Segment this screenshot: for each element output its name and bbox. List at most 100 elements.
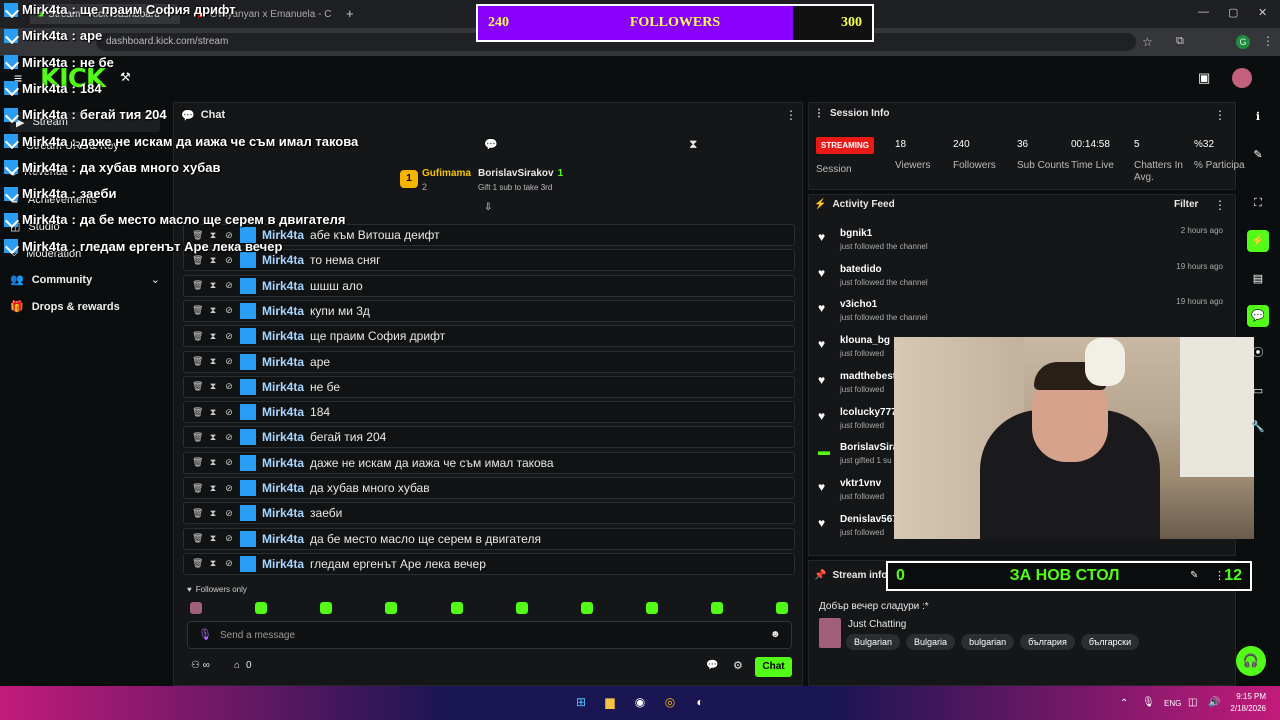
- extensions-icon[interactable]: ⧉: [1176, 35, 1184, 48]
- timeout-icon[interactable]: ⧗: [208, 508, 218, 519]
- session-menu-icon[interactable]: ⋮: [1214, 108, 1226, 122]
- rail-chat-icon[interactable]: 💬: [1247, 305, 1269, 327]
- emote-icon[interactable]: [581, 602, 593, 614]
- emote-icon[interactable]: [320, 602, 332, 614]
- ban-icon[interactable]: ⊘: [224, 508, 234, 519]
- leader-2[interactable]: BorislavSirakov 1: [478, 168, 563, 179]
- emote-icon[interactable]: [451, 602, 463, 614]
- stream-tag[interactable]: български: [1080, 634, 1140, 650]
- delete-icon[interactable]: 🗑: [192, 508, 203, 519]
- browser-menu-icon[interactable]: ⋮: [1262, 34, 1274, 48]
- chat-message-row[interactable]: 🗑 ⧗ ⊘ Mirk4ta гледам ергенът Аре лека вечер: [183, 552, 795, 575]
- category-thumbnail[interactable]: [819, 618, 841, 648]
- delete-icon[interactable]: 🗑: [192, 558, 203, 569]
- emote-icon[interactable]: [646, 602, 658, 614]
- timeout-icon[interactable]: ⧗: [208, 432, 218, 443]
- leader-name[interactable]: Gufimama: [422, 168, 471, 179]
- expand-leaderboard-icon[interactable]: ⇩: [484, 202, 492, 213]
- ban-icon[interactable]: ⊘: [224, 356, 234, 367]
- timeout-icon[interactable]: ⧗: [208, 533, 218, 544]
- ban-icon[interactable]: ⊘: [224, 457, 234, 468]
- windows-start-icon[interactable]: ⊞: [571, 692, 591, 712]
- activity-user[interactable]: lcolucky777: [840, 407, 897, 418]
- chat-username[interactable]: Mirk4ta: [262, 405, 304, 419]
- hourglass-icon[interactable]: ⧗: [689, 137, 697, 152]
- video-icon[interactable]: ▭: [1247, 380, 1269, 402]
- activity-user[interactable]: vktr1vnv: [840, 478, 884, 489]
- clock-time[interactable]: 9:15 PM: [1230, 692, 1266, 701]
- emoji-icon[interactable]: ☻: [770, 629, 781, 640]
- activity-user[interactable]: BorislavSira: [840, 442, 898, 453]
- ban-icon[interactable]: ⊘: [224, 331, 234, 342]
- gear-icon[interactable]: ⚙: [733, 659, 743, 672]
- chat-message-input[interactable]: Send a message: [187, 621, 792, 649]
- chat-username[interactable]: Mirk4ta: [262, 253, 304, 267]
- timeout-icon[interactable]: ⧗: [208, 331, 218, 342]
- expand-icon[interactable]: ⛶: [1247, 192, 1269, 214]
- chat-bubble-icon[interactable]: 💬: [484, 138, 498, 151]
- activity-user[interactable]: bgnik1: [840, 228, 928, 239]
- delete-icon[interactable]: 🗑: [192, 483, 203, 494]
- new-tab-button[interactable]: +: [346, 6, 354, 21]
- infinity-points-icon[interactable]: ⚇ ∞: [191, 660, 210, 671]
- chat-username[interactable]: Mirk4ta: [262, 380, 304, 394]
- ban-icon[interactable]: ⊘: [224, 305, 234, 316]
- activity-filter-button[interactable]: Filter: [1174, 199, 1198, 210]
- chat-settings-bubble-icon[interactable]: 💬: [706, 660, 718, 671]
- emote-icon[interactable]: [190, 602, 202, 614]
- discord-icon[interactable]: ◉: [630, 692, 650, 712]
- maximize-button[interactable]: ▢: [1228, 6, 1238, 19]
- broadcast-icon[interactable]: ⦿: [1247, 342, 1269, 364]
- support-headset-icon[interactable]: 🎧: [1236, 646, 1266, 676]
- bookmark-star-icon[interactable]: ☆: [1142, 35, 1153, 49]
- timeout-icon[interactable]: ⧗: [208, 255, 218, 266]
- delete-icon[interactable]: 🗑: [192, 533, 203, 544]
- stream-tag[interactable]: Bulgarian: [846, 634, 901, 650]
- document-icon[interactable]: ▤: [1247, 268, 1269, 290]
- rail-lightning-icon[interactable]: ⚡: [1247, 230, 1269, 252]
- activity-menu-icon[interactable]: ⋮: [1214, 198, 1226, 212]
- edit-pencil-icon[interactable]: ✎: [1190, 570, 1198, 581]
- delete-icon[interactable]: 🗑: [192, 381, 203, 392]
- user-avatar[interactable]: [1232, 68, 1252, 88]
- network-icon[interactable]: ◫: [1188, 697, 1197, 708]
- timeout-icon[interactable]: ⧗: [208, 356, 218, 367]
- wrench-icon[interactable]: 🔧: [1247, 416, 1269, 438]
- chat-username[interactable]: Mirk4ta: [262, 304, 304, 318]
- chat-message-row[interactable]: 🗑 ⧗ ⊘ Mirk4ta 184: [183, 401, 795, 424]
- ban-icon[interactable]: ⊘: [224, 280, 234, 291]
- file-explorer-icon[interactable]: ▆: [600, 692, 620, 712]
- chat-username[interactable]: Mirk4ta: [262, 430, 304, 444]
- info-icon[interactable]: ℹ: [1247, 106, 1269, 128]
- microphone-icon[interactable]: 🎙: [198, 628, 212, 641]
- chrome-icon[interactable]: ◎: [660, 692, 680, 712]
- delete-icon[interactable]: 🗑: [192, 432, 203, 443]
- emote-icon[interactable]: [516, 602, 528, 614]
- chat-message-row[interactable]: 🗑 ⧗ ⊘ Mirk4ta ще праим София дрифт: [183, 325, 795, 348]
- minimize-button[interactable]: —: [1198, 6, 1209, 18]
- ban-icon[interactable]: ⊘: [224, 381, 234, 392]
- chat-message-row[interactable]: 🗑 ⧗ ⊘ Mirk4ta да бе место масло ще серем в д…: [183, 527, 795, 550]
- timeout-icon[interactable]: ⧗: [208, 457, 218, 468]
- nav-item-community[interactable]: 👥 Community ⌄: [10, 273, 160, 287]
- chat-username[interactable]: Mirk4ta: [262, 557, 304, 571]
- profile-avatar[interactable]: G: [1236, 35, 1250, 49]
- activity-user[interactable]: v3icho1: [840, 299, 928, 310]
- emote-icon[interactable]: [711, 602, 723, 614]
- obs-icon[interactable]: ◐: [690, 692, 710, 712]
- activity-user[interactable]: klouna_bg: [840, 335, 890, 346]
- ban-icon[interactable]: ⊘: [224, 483, 234, 494]
- tray-chevron-icon[interactable]: ⌃: [1120, 698, 1128, 709]
- chat-username[interactable]: Mirk4ta: [262, 481, 304, 495]
- chat-menu-icon[interactable]: ⋮: [785, 108, 797, 122]
- hammer-icon[interactable]: ⚒: [120, 70, 131, 84]
- activity-item[interactable]: ♥ batedido just followed the channel 19 hou…: [812, 260, 1227, 292]
- activity-user[interactable]: Denislav567: [840, 514, 898, 525]
- ban-icon[interactable]: ⊘: [224, 407, 234, 418]
- stream-info-menu-icon[interactable]: ⋮: [1214, 569, 1225, 582]
- timeout-icon[interactable]: ⧗: [208, 280, 218, 291]
- delete-icon[interactable]: 🗑: [192, 331, 203, 342]
- nav-item-drops[interactable]: 🎁 Drops & rewards: [10, 300, 160, 314]
- send-chat-button[interactable]: Chat: [755, 657, 792, 677]
- chat-message-row[interactable]: 🗑 ⧗ ⊘ Mirk4ta не бе: [183, 375, 795, 398]
